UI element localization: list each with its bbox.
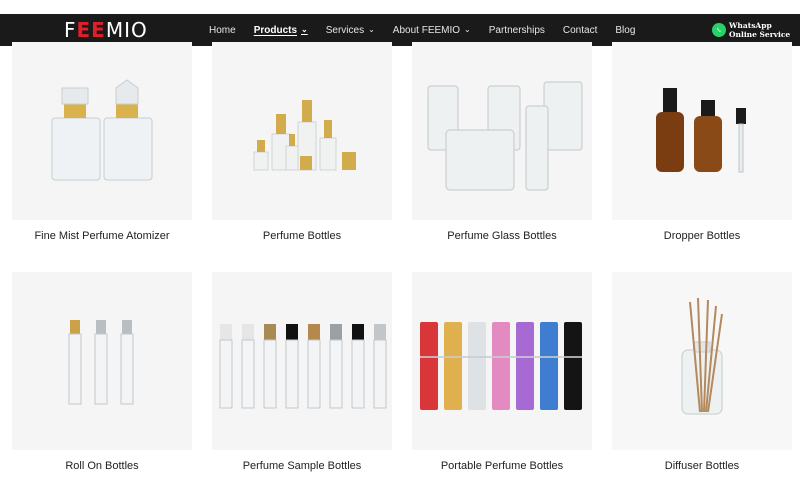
product-image	[412, 272, 592, 450]
product-image	[212, 272, 392, 450]
whatsapp-sublabel: Online Service	[729, 30, 791, 39]
whatsapp-label: WhatsApp	[729, 21, 772, 30]
product-title[interactable]: Dropper Bottles	[612, 230, 792, 242]
nav-home-label: Home	[209, 24, 236, 36]
product-image	[412, 42, 592, 220]
nav-services-label: Services	[325, 24, 365, 36]
nav-about-label: About FEEMIO	[392, 24, 461, 36]
product-card[interactable]: Fine Mist Perfume Atomizer	[12, 42, 192, 252]
chevron-down-icon: ⌄	[301, 24, 308, 34]
product-title[interactable]: Perfume Glass Bottles	[412, 230, 592, 242]
whatsapp-icon	[712, 23, 726, 37]
product-title[interactable]: Perfume Bottles	[212, 230, 392, 242]
product-card[interactable]: Portable Perfume Bottles	[412, 272, 592, 482]
chevron-down-icon: ⌄	[368, 24, 375, 34]
product-image	[12, 42, 192, 220]
brand-logo[interactable]: FEEMIO	[64, 19, 148, 41]
product-image	[612, 42, 792, 220]
product-card[interactable]: Perfume Sample Bottles	[212, 272, 392, 482]
product-card[interactable]: Perfume Bottles	[212, 42, 392, 252]
logo-text-start: F	[64, 18, 77, 42]
product-image	[212, 42, 392, 220]
product-title[interactable]: Diffuser Bottles	[612, 460, 792, 472]
product-card[interactable]: Dropper Bottles	[612, 42, 792, 252]
chevron-down-icon: ⌄	[464, 24, 471, 34]
logo-text-end: MIO	[105, 18, 148, 42]
nav-blog-label: Blog	[615, 24, 636, 36]
product-title[interactable]: Portable Perfume Bottles	[412, 460, 592, 472]
product-card[interactable]: Perfume Glass Bottles	[412, 42, 592, 252]
whatsapp-button[interactable]: WhatsApp Online Service	[712, 19, 792, 41]
product-title[interactable]: Perfume Sample Bottles	[212, 460, 392, 472]
product-title[interactable]: Fine Mist Perfume Atomizer	[12, 230, 192, 242]
nav-contact-label: Contact	[562, 24, 598, 36]
nav-partnerships-label: Partnerships	[488, 24, 545, 36]
product-card[interactable]: Roll On Bottles	[12, 272, 192, 482]
top-strip	[0, 0, 800, 14]
nav-products-label: Products	[253, 24, 298, 36]
product-image	[12, 272, 192, 450]
product-card[interactable]: Diffuser Bottles	[612, 272, 792, 482]
product-image	[612, 272, 792, 450]
logo-text-accent: EE	[76, 18, 106, 42]
product-title[interactable]: Roll On Bottles	[12, 460, 192, 472]
